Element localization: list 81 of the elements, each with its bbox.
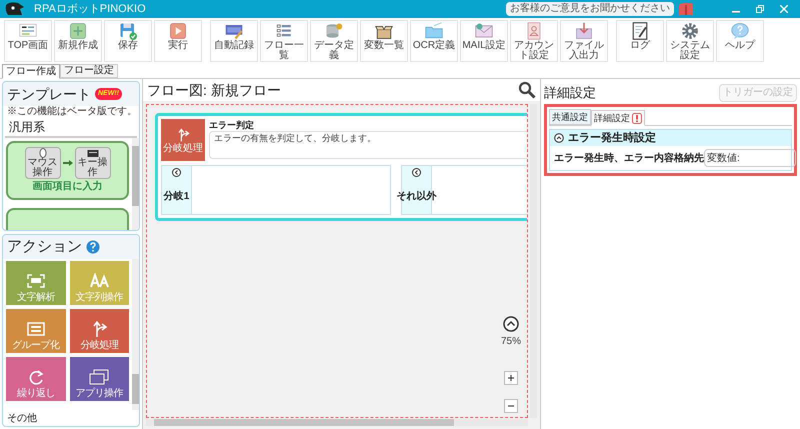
panel-title: テンプレート	[7, 84, 91, 104]
close-icon	[780, 5, 788, 13]
plus-icon	[69, 22, 87, 40]
chevron-up-icon	[502, 316, 519, 332]
windows-icon	[89, 369, 110, 385]
play-icon	[169, 22, 187, 40]
zoom-in-button[interactable]	[504, 371, 518, 385]
contact-card-icon	[525, 22, 543, 40]
search-icon	[518, 81, 536, 99]
toolbar-button[interactable]: MAIL設定	[460, 20, 508, 62]
arrow-icon	[62, 160, 72, 166]
toolbar-button[interactable]: 新規作成	[54, 20, 102, 62]
plus-icon	[508, 375, 514, 381]
alert-icon	[632, 112, 642, 124]
field-label: エラー発生時、エラー内容格納先	[554, 151, 704, 166]
toolbar-button[interactable]: 実行	[154, 20, 202, 62]
scrollbar[interactable]	[132, 138, 139, 230]
tab[interactable]: フロー設定	[60, 64, 118, 78]
chevron-up-icon	[554, 133, 564, 143]
feedback-link[interactable]: お客様のご意見をお聞かせください	[506, 2, 674, 16]
toolbar-button[interactable]: 自動記録	[210, 20, 258, 62]
panel-title: アクション	[7, 236, 82, 257]
tab[interactable]: 詳細設定	[591, 110, 645, 126]
database-icon	[325, 22, 343, 40]
beta-note: ※この機能はベータ版です。	[6, 106, 138, 118]
mailbox-icon	[678, 2, 694, 16]
minus-icon	[508, 403, 514, 409]
zoom-level: 75%	[500, 335, 521, 349]
branch-label: それ以外	[396, 190, 436, 204]
flow-node[interactable]: 分岐処理 エラー判定 エラーの有無を判定して、分岐します。 分岐1 それ以外	[155, 113, 527, 221]
node-title: エラー判定	[209, 119, 255, 131]
toolbar-button[interactable]: OCR定義	[410, 20, 458, 62]
window-title: RPAロボットPINOKIO	[34, 2, 146, 17]
envelope-icon	[475, 22, 493, 40]
action-label: マウス操作	[26, 158, 58, 178]
toolbar-button[interactable]: 保存	[104, 20, 152, 62]
tab[interactable]: フロー作成	[2, 64, 60, 79]
toolbar-button[interactable]: 変数一覧	[360, 20, 408, 62]
gear-icon	[681, 22, 699, 40]
download-tray-icon	[575, 22, 593, 40]
mouse-icon	[36, 148, 48, 158]
scrollbar[interactable]	[132, 259, 139, 410]
action-label: キー操作	[76, 158, 108, 178]
branch-box[interactable]: 分岐1	[161, 165, 391, 215]
keyboard-icon	[86, 148, 98, 158]
node-icon: 分岐処理	[161, 119, 205, 161]
toolbar-button[interactable]: ファイル入出力	[560, 20, 608, 62]
group-frame-icon	[26, 321, 46, 337]
horizontal-scrollbar[interactable]	[146, 419, 528, 426]
toolbar-button[interactable]: ログ	[616, 20, 664, 62]
folder-icon	[425, 22, 443, 40]
panel-title: 詳細設定	[544, 84, 596, 102]
notepad-icon	[631, 22, 649, 40]
help-icon	[86, 240, 100, 254]
section-header[interactable]: エラー発生時設定	[550, 130, 791, 146]
toolbar-button[interactable]: データ定義	[310, 20, 358, 62]
letters-icon	[89, 273, 110, 289]
ocr-frame-icon	[26, 273, 46, 289]
help-icon	[731, 22, 749, 40]
category-heading: 汎用系	[5, 118, 137, 138]
flow-title: フロー図: 新規フロー	[147, 80, 281, 100]
restore-icon	[756, 5, 764, 13]
toolbar-button[interactable]: アカウント設定	[510, 20, 558, 62]
toolbar-button[interactable]: システム設定	[666, 20, 714, 62]
section-heading: その他	[6, 413, 38, 424]
toolbar-button[interactable]: TOP画面	[4, 20, 52, 62]
action-tile[interactable]: アプリ操作	[70, 357, 129, 401]
toolbar-button[interactable]: ヘルプ	[716, 20, 764, 62]
description-field[interactable]: エラーの有無を判定して、分岐します。	[209, 131, 527, 159]
tab[interactable]: 共通設定	[549, 109, 591, 125]
toolbar-button[interactable]: フロー一覧	[260, 20, 308, 62]
branch-label: 分岐1	[164, 190, 190, 204]
film-strip-icon	[225, 22, 243, 40]
collapse-icon	[172, 168, 181, 177]
robot-head-icon	[4, 1, 26, 17]
input-field[interactable]: 変数値:	[704, 149, 796, 167]
collapse-icon	[412, 168, 421, 177]
action-tile[interactable]: 分岐処理	[70, 309, 129, 353]
template-card[interactable]: マウス操作 キー操作 画面項目に入力	[6, 141, 129, 200]
card-title: 画面項目に入力	[32, 180, 102, 194]
zoom-out-button[interactable]	[504, 399, 518, 413]
